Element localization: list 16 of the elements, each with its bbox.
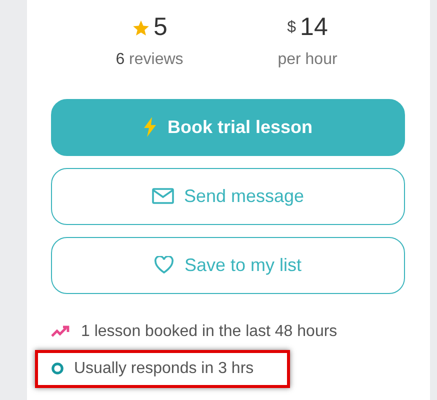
action-button[interactable]: Save to my list: [51, 236, 405, 294]
fact-text: 1 lesson booked in the last 48 hours: [81, 322, 338, 342]
book-button[interactable]: Book trial lesson: [51, 98, 405, 156]
action-button[interactable]: Send message: [51, 168, 405, 224]
currency-symbol: $: [287, 18, 296, 37]
rating-value: 5: [154, 14, 168, 42]
review-count: 6 reviews: [116, 50, 184, 70]
price-unit: per hour: [278, 50, 338, 70]
heart-icon: [154, 256, 174, 274]
fact-text: Usually responds in 3 hrs: [74, 358, 254, 378]
star-icon: [132, 18, 150, 37]
price-value: 14: [300, 14, 328, 42]
envelope-icon: [152, 188, 174, 204]
lightning-icon: [143, 117, 158, 137]
trend-arrow-icon: [51, 325, 71, 338]
circle-icon: [51, 362, 64, 375]
